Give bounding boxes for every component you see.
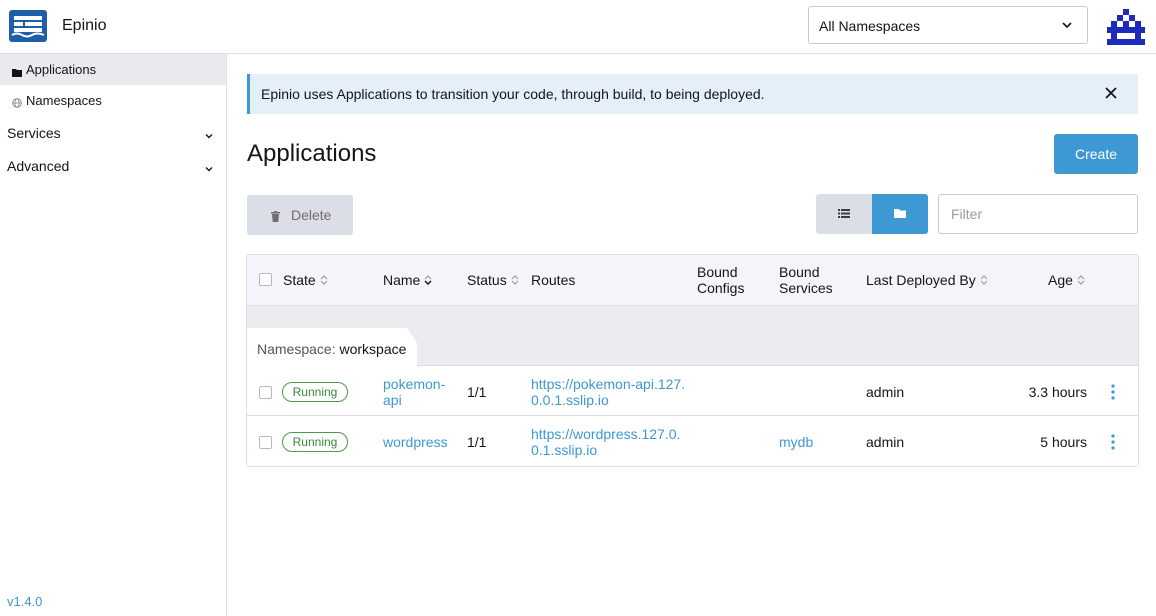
- chevron-down-icon: [204, 161, 214, 177]
- last-deployed-by: admin: [866, 384, 905, 400]
- app-name-part: pokemon-: [383, 376, 446, 392]
- column-header-label: Bound: [779, 264, 820, 280]
- route-part: https://wordpress.127.0.: [531, 426, 681, 442]
- column-header-age[interactable]: Age: [1048, 272, 1085, 289]
- close-icon[interactable]: [1104, 86, 1118, 100]
- namespace-select-value: All Namespaces: [819, 18, 921, 34]
- delete-button[interactable]: Delete: [247, 195, 353, 235]
- sidebar-group-label: Services: [7, 125, 61, 141]
- status-badge: Running: [282, 432, 348, 452]
- sort-icon: [1077, 273, 1085, 289]
- sidebar-item-label: Applications: [26, 62, 97, 77]
- sidebar-group-label: Advanced: [7, 158, 70, 174]
- column-header-label: Status: [467, 272, 507, 288]
- select-all-checkbox[interactable]: [259, 273, 272, 286]
- app-title: Epinio: [62, 17, 107, 34]
- namespace-select[interactable]: All Namespaces: [808, 6, 1088, 44]
- sort-icon: [320, 273, 328, 289]
- namespace-group-key: Namespace:: [257, 341, 336, 357]
- row-checkbox[interactable]: [259, 386, 272, 399]
- last-deployed-by: admin: [866, 434, 905, 450]
- column-header-label: Services: [779, 280, 833, 296]
- route-part: 0.1.sslip.io: [531, 442, 598, 458]
- column-header-label: State: [283, 272, 316, 288]
- column-header-bound-services: Bound Services: [779, 264, 833, 296]
- create-button[interactable]: Create: [1054, 134, 1138, 174]
- epinio-logo-icon[interactable]: [9, 10, 47, 42]
- route-link[interactable]: https://wordpress.127.0. 0.1.sslip.io: [531, 426, 680, 458]
- sidebar-group-services[interactable]: Services: [0, 118, 226, 148]
- info-banner: Epinio uses Applications to transition y…: [247, 74, 1138, 114]
- age-value: 3.3 hours: [1028, 384, 1087, 400]
- filter-input[interactable]: [938, 194, 1138, 234]
- app-name-link[interactable]: pokemon-api: [383, 376, 445, 408]
- status-badge: Running: [282, 382, 348, 402]
- row-checkbox[interactable]: [259, 436, 272, 449]
- row-actions-icon[interactable]: [1111, 384, 1115, 400]
- column-header-label: Bound: [697, 264, 738, 280]
- row-actions-icon[interactable]: [1111, 434, 1115, 450]
- column-header-label: Last Deployed By: [866, 272, 976, 288]
- trash-icon: [271, 209, 280, 225]
- app-name-link[interactable]: wordpress: [383, 434, 448, 450]
- column-header-name[interactable]: Name: [383, 272, 432, 289]
- table-row: Running pokemon-api 1/1 https://pokemon-…: [247, 367, 1138, 416]
- applications-table: State Name Status Routes Bound Configs B…: [246, 254, 1139, 467]
- sidebar: Applications Namespaces Services Advance…: [0, 54, 227, 616]
- view-toggle: [816, 194, 928, 234]
- namespace-group-header: Namespace: workspace: [247, 306, 1138, 366]
- chevron-down-icon: [204, 128, 214, 144]
- table-row: Running wordpress 1/1 https://wordpress.…: [247, 417, 1138, 466]
- page-title: Applications: [247, 140, 377, 167]
- sidebar-group-advanced[interactable]: Advanced: [0, 151, 226, 181]
- sort-icon: [511, 273, 519, 289]
- user-avatar-icon[interactable]: [1107, 8, 1145, 46]
- column-header-label: Age: [1048, 272, 1073, 288]
- sort-down-icon: [424, 273, 432, 289]
- group-by-namespace-button[interactable]: [872, 194, 928, 234]
- chevron-down-icon: [1061, 18, 1073, 34]
- column-header-last-deployed-by[interactable]: Last Deployed By: [866, 272, 988, 289]
- column-header-routes: Routes: [531, 272, 576, 288]
- instances-status: 1/1: [467, 384, 487, 400]
- instances-status: 1/1: [467, 434, 487, 450]
- banner-text: Epinio uses Applications to transition y…: [261, 86, 765, 102]
- namespace-group-label: Namespace: workspace: [257, 341, 406, 357]
- age-value: 5 hours: [1040, 434, 1087, 450]
- flat-list-view-button[interactable]: [816, 194, 872, 234]
- column-header-label: Name: [383, 272, 421, 288]
- sidebar-item-label: Namespaces: [26, 93, 102, 108]
- column-header-status[interactable]: Status: [467, 272, 519, 289]
- folder-icon: [12, 64, 22, 77]
- bound-service-link[interactable]: mydb: [779, 434, 813, 450]
- sidebar-item-applications[interactable]: Applications: [0, 54, 226, 85]
- app-name-part: api: [383, 392, 402, 408]
- globe-icon: [12, 95, 22, 108]
- column-header-label: Configs: [697, 280, 745, 296]
- sort-icon: [980, 273, 988, 289]
- sidebar-item-namespaces[interactable]: Namespaces: [0, 85, 226, 116]
- column-header-bound-configs: Bound Configs: [697, 264, 744, 296]
- version-link[interactable]: v1.4.0: [7, 594, 42, 609]
- route-part: 0.0.1.sslip.io: [531, 392, 609, 408]
- namespace-group-value: workspace: [339, 341, 407, 357]
- route-part: https://pokemon-api.127.: [531, 376, 686, 392]
- delete-button-label: Delete: [291, 207, 332, 223]
- route-link[interactable]: https://pokemon-api.127. 0.0.1.sslip.io: [531, 376, 685, 408]
- top-header: Epinio All Namespaces: [0, 0, 1156, 54]
- table-header: State Name Status Routes Bound Configs B…: [247, 255, 1138, 306]
- column-header-state[interactable]: State: [283, 272, 328, 289]
